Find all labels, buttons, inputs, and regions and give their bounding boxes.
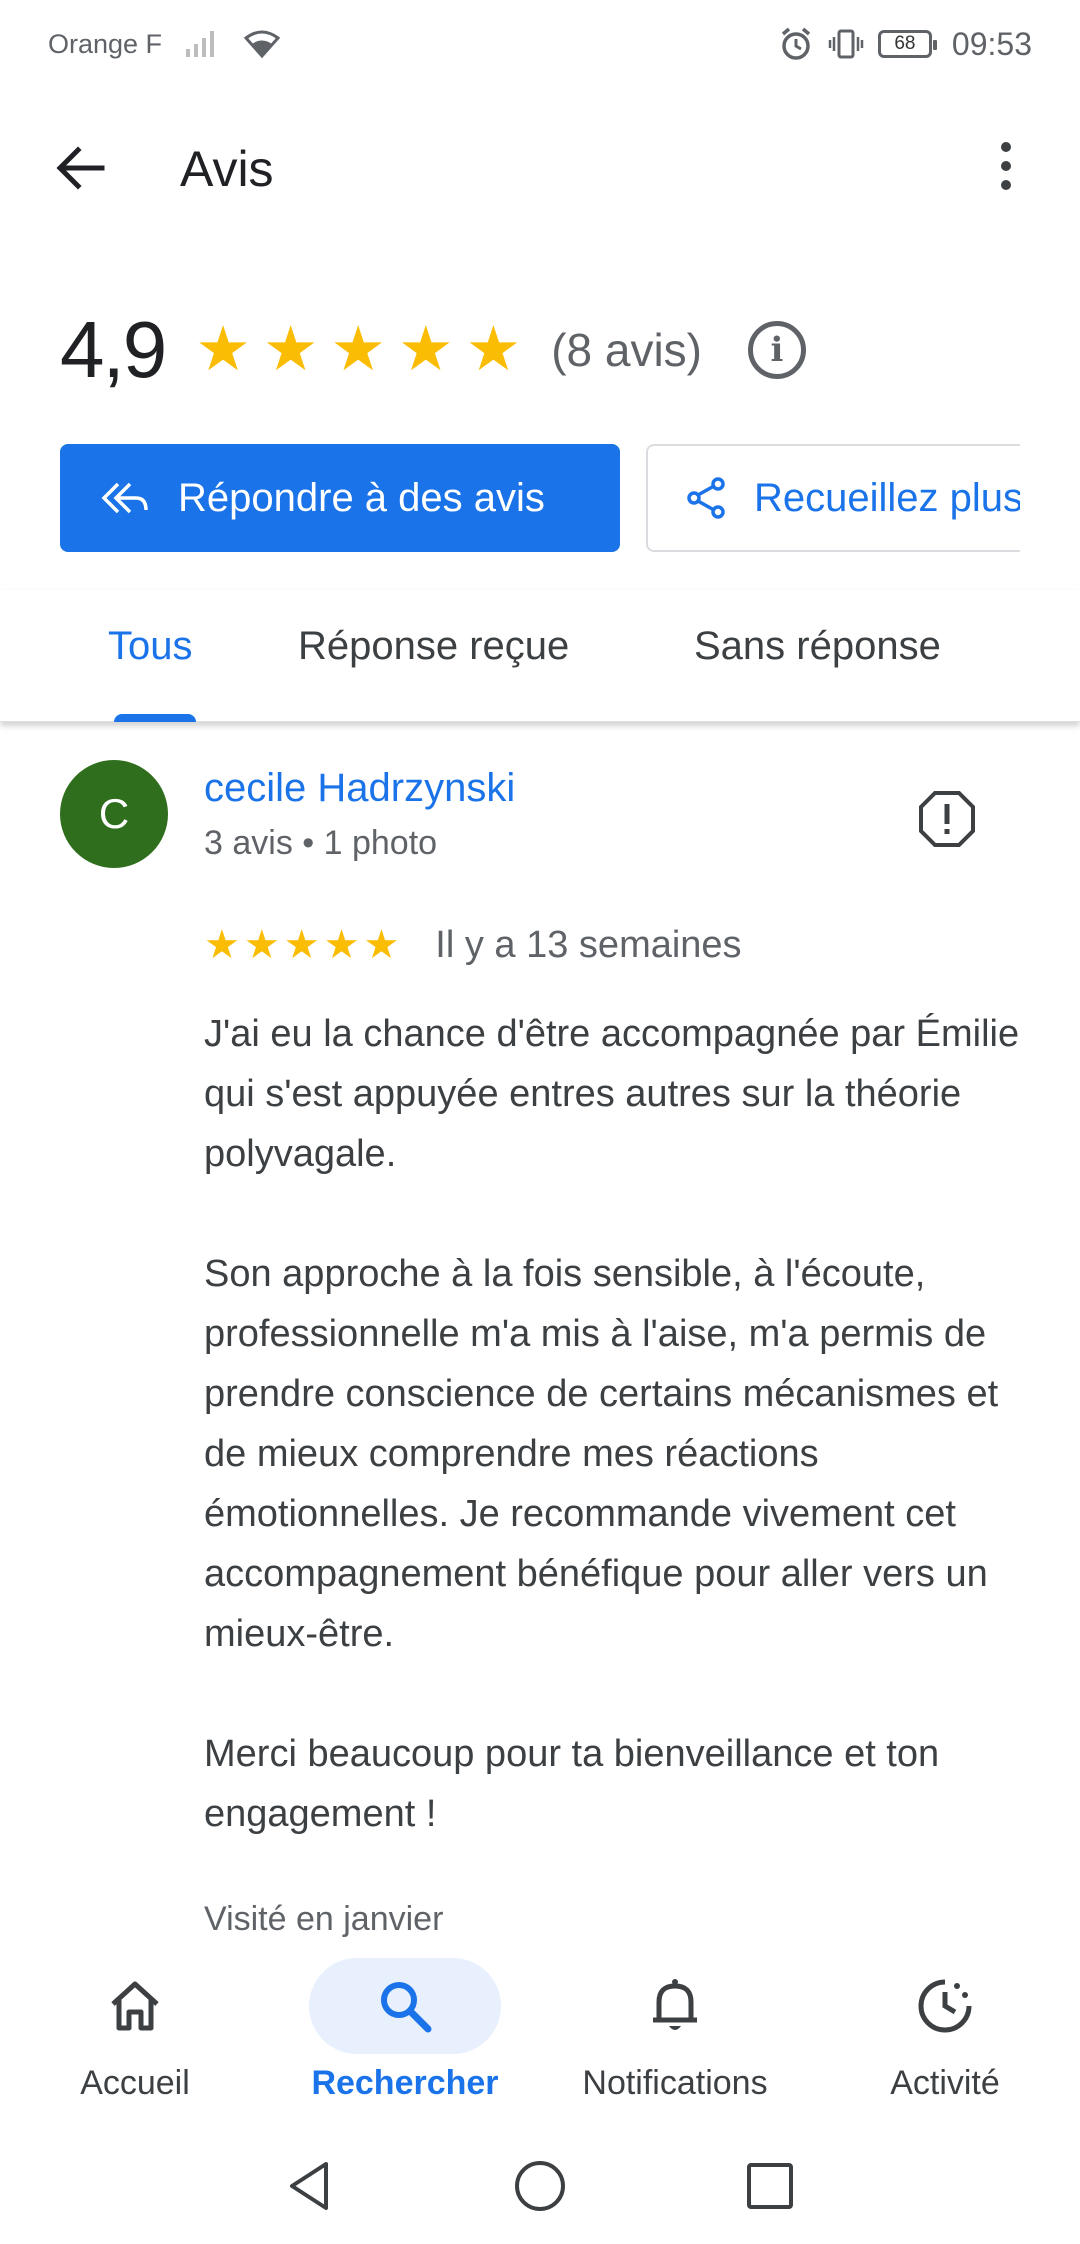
active-tab-indicator: [114, 714, 196, 722]
nav-label: Activité: [890, 2064, 1000, 2102]
status-bar: Orange F 68 09:53: [0, 0, 1080, 88]
status-right: 68 09:53: [778, 26, 1032, 63]
nav-label: Notifications: [582, 2064, 768, 2102]
system-recents-icon[interactable]: [740, 2156, 800, 2216]
alarm-icon: [781, 27, 811, 60]
nav-label: Accueil: [80, 2064, 190, 2102]
more-options-button[interactable]: [976, 136, 1036, 196]
system-navigation: [0, 2126, 1080, 2244]
wifi-icon: [243, 30, 281, 59]
carrier-name: Orange F: [48, 28, 163, 59]
vibrate-icon: [828, 29, 864, 59]
review-paragraph: J'ai eu la chance d'être accompagnée par…: [204, 1013, 1020, 1175]
bell-icon: [653, 1979, 697, 2030]
star-icon: ★: [262, 315, 319, 384]
share-icon: [687, 477, 725, 519]
review-tabs: Tous Réponse reçue Sans réponse: [0, 590, 1080, 722]
avatar[interactable]: C: [60, 760, 168, 868]
page-title: Avis: [180, 141, 274, 197]
reply-to-reviews-button[interactable]: Répondre à des avis: [60, 444, 620, 552]
action-buttons: Répondre à des avis Recueillez plus d'av…: [60, 444, 1020, 554]
review-text: J'ai eu la chance d'être accompagnée par…: [204, 1004, 1034, 1904]
review-paragraph: Merci beaucoup pour ta bienveillance et …: [204, 1733, 940, 1835]
collect-button-label: Recueillez plus d'avis: [754, 475, 1020, 520]
tab-replied[interactable]: Réponse reçue: [298, 624, 569, 669]
star-icon: ★: [398, 315, 454, 384]
star-icon: ★: [204, 923, 240, 967]
system-home-icon[interactable]: [510, 2156, 570, 2216]
nav-search[interactable]: Rechercher: [270, 1946, 540, 2126]
home-icon: [111, 1981, 159, 2031]
star-icon: ★: [330, 315, 386, 384]
back-arrow-icon: [56, 146, 105, 190]
visit-date: Visité en janvier: [204, 1900, 444, 1938]
search-icon: [381, 1982, 432, 2033]
nav-notifications[interactable]: Notifications: [540, 1946, 810, 2126]
star-icon: ★: [323, 923, 360, 967]
collect-reviews-button[interactable]: Recueillez plus d'avis: [646, 444, 1020, 552]
tab-all[interactable]: Tous: [108, 624, 193, 669]
review-time: Il y a 13 semaines: [435, 923, 742, 966]
bottom-navigation: Accueil Rechercher Notifications Activit…: [0, 1946, 1080, 2126]
average-rating: 4,9: [60, 305, 167, 394]
star-icon: ★: [195, 315, 251, 384]
app-bar: Avis: [0, 108, 1080, 228]
carrier-info: Orange F: [48, 29, 282, 60]
nav-label: Rechercher: [311, 2064, 499, 2102]
battery-icon: 68: [877, 30, 937, 58]
info-icon[interactable]: i: [748, 321, 806, 379]
reviewer-name[interactable]: cecile Hadrzynski: [204, 766, 515, 811]
tab-unanswered[interactable]: Sans réponse: [694, 624, 941, 669]
activity-icon: [918, 1979, 972, 2033]
signal-icon: [186, 31, 215, 57]
more-vert-icon: [1001, 142, 1011, 152]
star-icon: ★: [465, 315, 522, 384]
rating-summary: 4,9 ★ ★ ★ ★ ★ (8 avis) i: [60, 300, 1060, 400]
review-count: (8 avis): [551, 324, 702, 376]
star-icon: ★: [283, 923, 320, 967]
nav-home[interactable]: Accueil: [0, 1946, 270, 2126]
reply-all-icon: [101, 482, 148, 514]
nav-activity[interactable]: Activité: [810, 1946, 1080, 2126]
battery-level: 68: [894, 33, 916, 54]
report-icon[interactable]: [918, 790, 976, 848]
star-icon: ★: [243, 923, 280, 967]
review-rating-row: ★ ★ ★ ★ ★ Il y a 13 semaines: [204, 922, 742, 968]
rating-stars: ★ ★ ★ ★ ★: [195, 319, 521, 381]
system-back-icon[interactable]: [280, 2156, 340, 2216]
star-icon: ★: [363, 923, 400, 967]
reply-button-label: Répondre à des avis: [178, 475, 545, 520]
review-paragraph: Son approche à la fois sensible, à l'éco…: [204, 1253, 999, 1655]
reviewer-meta: 3 avis • 1 photo: [204, 824, 438, 862]
clock: 09:53: [951, 25, 1032, 62]
avatar-letter: C: [98, 790, 130, 837]
back-button[interactable]: [50, 138, 110, 198]
